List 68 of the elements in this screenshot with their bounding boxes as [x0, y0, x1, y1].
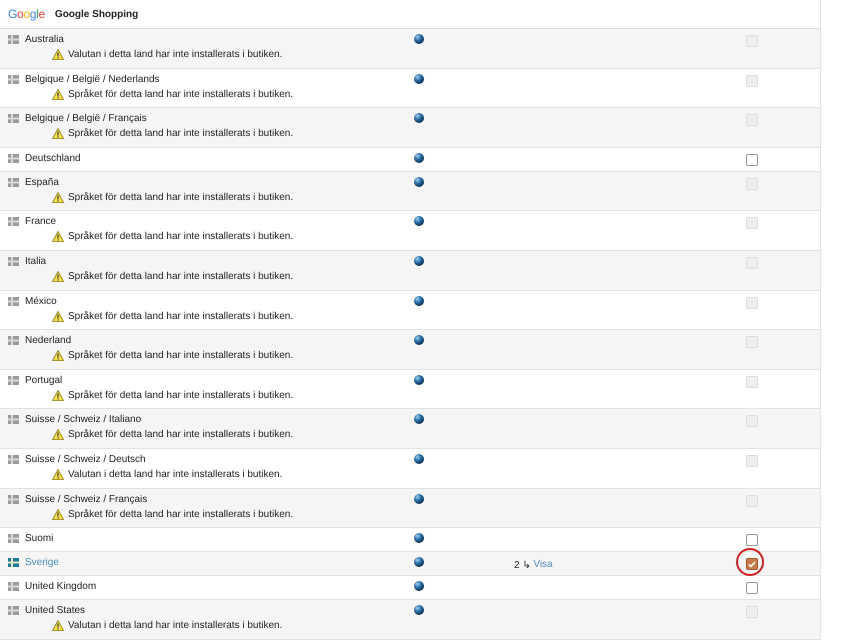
checkbox[interactable] [746, 154, 758, 166]
globe-icon [414, 605, 424, 616]
country-name: United Kingdom [25, 581, 96, 592]
warning-icon [52, 468, 64, 480]
country-name: France [25, 216, 56, 228]
warning-icon [52, 192, 64, 203]
checkbox[interactable] [746, 582, 758, 594]
view-link[interactable]: Visa [533, 559, 553, 570]
country-name: Italia [25, 256, 46, 267]
globe-icon [414, 34, 424, 44]
country-name: Portugal [25, 374, 62, 386]
country-name: Australia [25, 34, 64, 45]
warning-message: Språket för detta land har inte installerats i butiken. [68, 310, 294, 322]
globe-icon [414, 74, 424, 84]
warning-icon [52, 620, 64, 632]
globe-icon [414, 335, 424, 346]
warning-icon [52, 270, 64, 282]
country-name: United States [25, 605, 86, 616]
globe-icon [414, 454, 424, 464]
country-name: Nederland [25, 335, 72, 346]
warning-message: Valutan i detta land har inte installerats i butiken. [68, 620, 282, 632]
warning-message: Språket för detta land har inte installerats i butiken. [68, 508, 294, 520]
warning-message: Språket för detta land har inte installerats i butiken. [68, 429, 294, 440]
google-logo: Google [8, 7, 45, 21]
checkbox[interactable] [746, 534, 758, 546]
warning-message: Valutan i detta land har inte installerats i butiken. [68, 468, 282, 480]
checkbox[interactable] [746, 558, 758, 570]
warning-message: Språket för detta land har inte installerats i butiken. [68, 192, 294, 203]
country-name: España [25, 176, 59, 188]
country-name: Deutschland [25, 152, 81, 164]
warning-message: Språket för detta land har inte installerats i butiken. [68, 390, 294, 401]
globe-icon [414, 557, 424, 568]
globe-icon [414, 152, 424, 163]
warning-message: Språket för detta land har inte installerats i butiken. [68, 128, 294, 140]
warning-message: Språket för detta land har inte installerats i butiken. [68, 350, 294, 362]
section-title: Google Shopping [54, 8, 138, 20]
warning-icon [52, 390, 64, 401]
country-name: Belgique / België / Français [25, 113, 147, 124]
warning-icon [52, 88, 64, 100]
country-name: Suisse / Schweiz / Italiano [25, 414, 142, 426]
warning-message: Språket för detta land har inte installerats i butiken. [68, 88, 294, 100]
warning-icon [52, 310, 64, 322]
country-name: Suisse / Schweiz / Français [25, 494, 148, 505]
globe-icon [414, 216, 424, 226]
globe-icon [414, 113, 424, 124]
country-name: Suisse / Schweiz / Deutsch [25, 454, 146, 465]
country-name: Suomi [25, 533, 54, 544]
globe-icon [414, 256, 424, 266]
warning-message: Språket för detta land har inte installerats i butiken. [68, 231, 294, 242]
globe-icon [414, 581, 424, 592]
warning-icon [52, 429, 64, 440]
count-label: 2 ↳ [514, 559, 530, 572]
globe-icon [414, 374, 424, 385]
globe-icon [414, 296, 424, 306]
globe-icon [414, 176, 424, 187]
country-name: Sverige [25, 557, 59, 568]
warning-icon [52, 49, 64, 60]
globe-icon [414, 533, 424, 544]
warning-icon [52, 231, 64, 242]
warning-message: Språket för detta land har inte installerats i butiken. [68, 270, 294, 282]
country-name: México [25, 296, 57, 307]
globe-icon [414, 494, 424, 504]
warning-icon [52, 128, 64, 140]
warning-message: Valutan i detta land har inte installerats i butiken. [68, 49, 282, 60]
globe-icon [414, 414, 424, 424]
warning-icon [52, 350, 64, 362]
country-name: Belgique / België / Nederlands [25, 74, 160, 85]
warning-icon [52, 508, 64, 520]
